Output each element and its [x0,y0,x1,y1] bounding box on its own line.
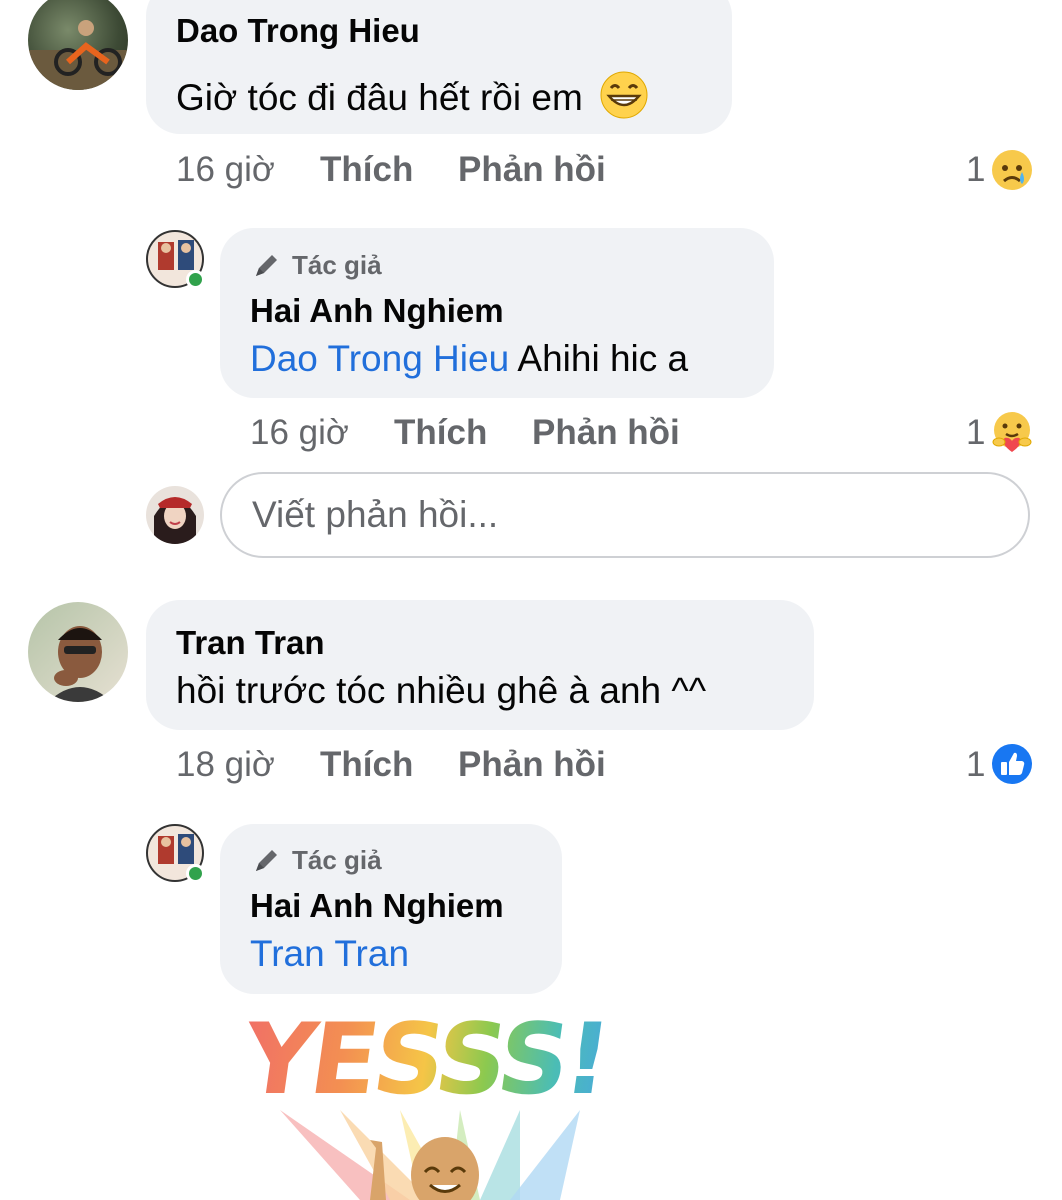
reply-input-field[interactable]: Viết phản hồi... [220,472,1030,558]
comment-author[interactable]: Tran Tran [176,624,325,662]
reaction-count[interactable]: 1 [966,150,985,190]
online-status-indicator [186,270,205,289]
reply-button[interactable]: Phản hồi [532,413,680,453]
yesss-sticker[interactable]: YESSS! [220,1000,630,1200]
reply-text: Dao Trong Hieu Ahihi hic a [250,338,688,380]
reply-body: Ahihi hic a [517,338,689,379]
like-reaction-icon[interactable] [990,742,1034,786]
mention-link[interactable]: Tran Tran [250,933,409,975]
reaction-count[interactable]: 1 [966,413,985,453]
reply-time: 16 giờ [250,413,349,452]
sticker-text: YESSS! [220,1000,630,1120]
author-badge: Tác giả [292,250,382,280]
like-button[interactable]: Thích [320,745,413,785]
reaction-count[interactable]: 1 [966,745,985,785]
mention-link[interactable]: Dao Trong Hieu [250,338,509,379]
avatar[interactable] [28,602,128,702]
sad-reaction-icon[interactable] [990,148,1034,192]
reply-button[interactable]: Phản hồi [458,150,606,190]
comment-time: 18 giờ [176,745,275,784]
like-button[interactable]: Thích [320,150,413,190]
avatar[interactable] [28,0,128,90]
pencil-icon [256,255,277,276]
user-photo-icon [154,497,196,544]
care-reaction-icon[interactable] [990,410,1034,454]
pencil-icon [256,850,277,871]
like-button[interactable]: Thích [394,413,487,453]
grinning-emoji-icon [600,71,648,119]
comment-author[interactable]: Dao Trong Hieu [176,12,420,50]
reply-button[interactable]: Phản hồi [458,745,606,785]
reply-author[interactable]: Hai Anh Nghiem [250,292,504,330]
online-status-indicator [186,864,205,883]
user-photo-icon [48,626,112,702]
current-user-avatar[interactable] [146,486,204,544]
comment-text: Giờ tóc đi đâu hết rồi em [176,70,649,120]
comment-time: 16 giờ [176,150,275,189]
reply-author[interactable]: Hai Anh Nghiem [250,887,504,925]
motorbike-photo-icon [28,20,128,90]
comment-text: hồi trước tóc nhiều ghê à anh ^^ [176,670,707,711]
author-badge: Tác giả [292,845,382,875]
reply-input-placeholder: Viết phản hồi... [252,494,499,535]
